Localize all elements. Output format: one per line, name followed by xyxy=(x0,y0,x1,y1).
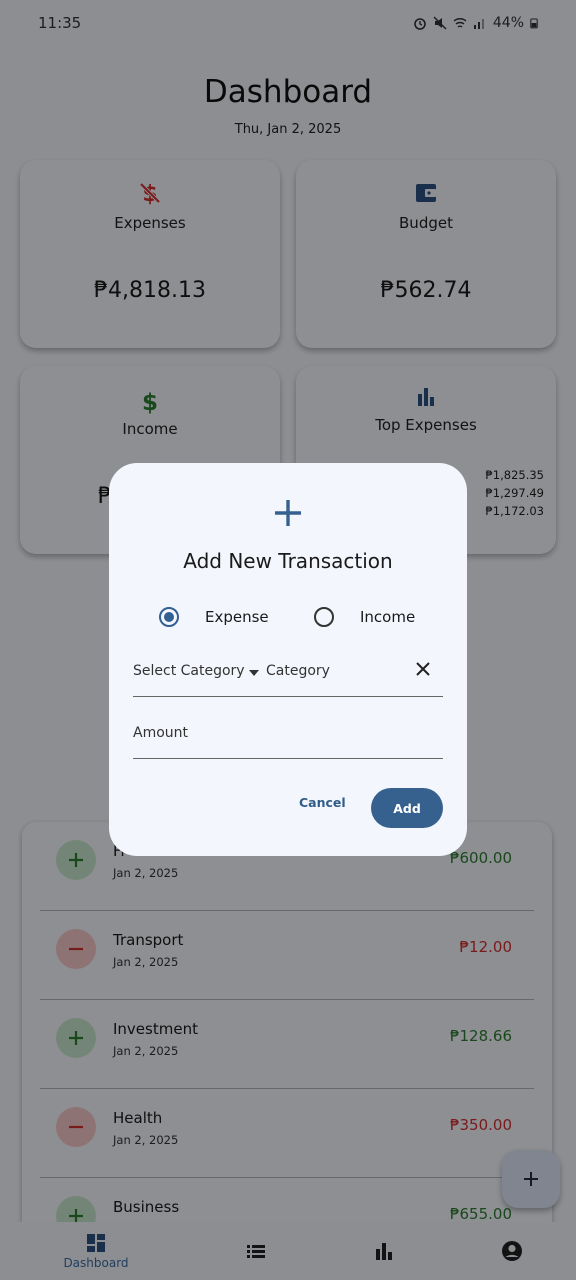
category-select[interactable]: Select Category xyxy=(133,663,245,679)
radio-expense[interactable]: Expense xyxy=(159,605,269,629)
close-icon[interactable] xyxy=(415,661,431,677)
radio-expense-button[interactable] xyxy=(159,607,179,627)
radio-income-label: Income xyxy=(360,608,416,626)
category-field[interactable]: Select Category Category xyxy=(133,651,443,697)
radio-income-button[interactable] xyxy=(314,607,334,627)
plus-icon xyxy=(275,500,301,526)
category-input-label: Category xyxy=(266,663,330,679)
amount-field[interactable]: Amount xyxy=(133,713,443,759)
dialog-title: Add New Transaction xyxy=(183,549,393,573)
radio-income[interactable]: Income xyxy=(314,605,415,629)
add-transaction-dialog: Add New Transaction Expense Income Selec… xyxy=(109,463,467,856)
amount-input-label: Amount xyxy=(133,725,189,741)
radio-expense-label: Expense xyxy=(205,608,269,626)
chevron-down-icon[interactable] xyxy=(249,670,259,676)
cancel-button[interactable]: Cancel xyxy=(299,795,346,810)
add-button[interactable]: Add xyxy=(371,788,443,828)
